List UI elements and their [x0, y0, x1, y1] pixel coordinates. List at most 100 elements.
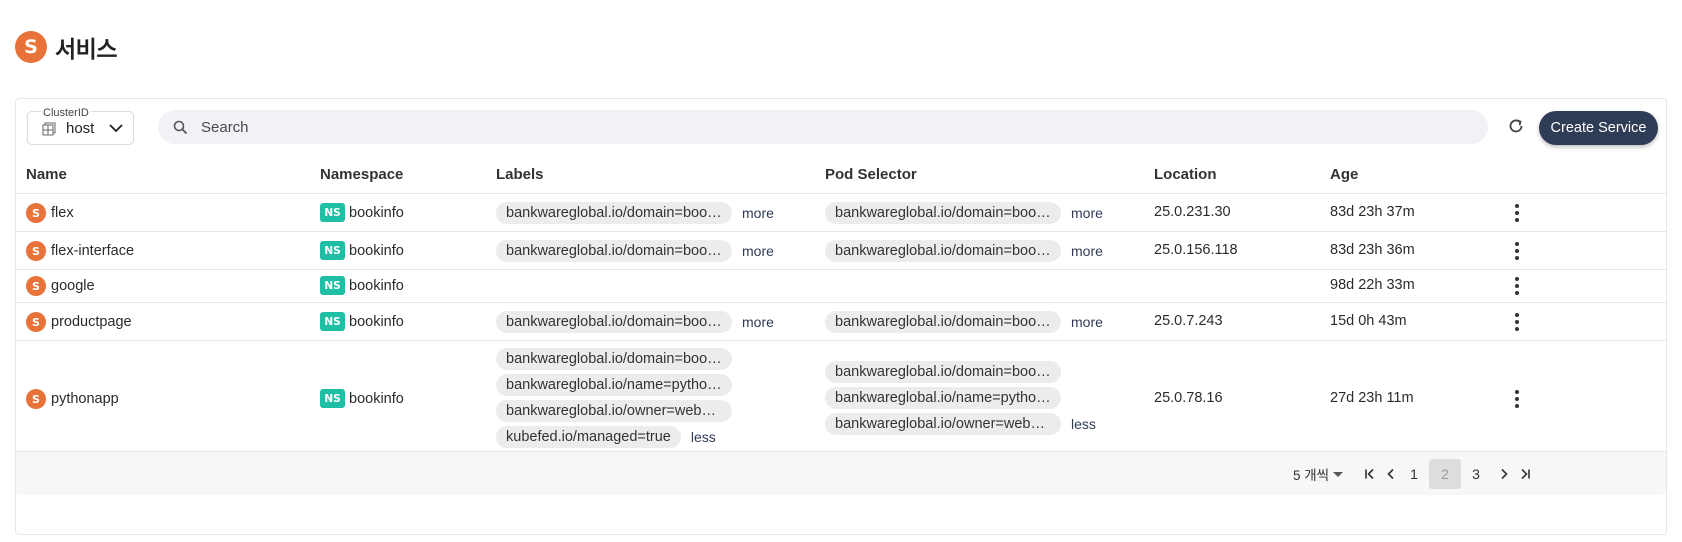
selector-chip: bankwareglobal.io/domain=bookinfo	[825, 202, 1061, 224]
more-vert-icon	[1515, 277, 1519, 281]
labels-more-link[interactable]: more	[742, 314, 774, 330]
label-chip: bankwareglobal.io/domain=bookinfo	[496, 311, 732, 333]
refresh-icon	[1509, 119, 1523, 133]
table-row[interactable]: S google NS bookinfo 98d 22h 33m	[16, 270, 1666, 303]
labels-less-link[interactable]: less	[691, 429, 716, 445]
services-panel: ClusterID host Search Create Service Nam…	[15, 98, 1667, 535]
row-menu-button[interactable]	[1509, 241, 1525, 261]
search-input[interactable]	[201, 110, 1471, 144]
age-cell: 15d 0h 43m	[1330, 313, 1407, 329]
more-vert-dot	[1515, 404, 1519, 408]
table-row[interactable]: S flex NS bookinfo bankwareglobal.io/dom…	[16, 194, 1666, 232]
table-row[interactable]: S productpage NS bookinfo bankwareglobal…	[16, 303, 1666, 341]
create-service-button[interactable]: Create Service	[1539, 111, 1658, 145]
next-page-button[interactable]	[1493, 463, 1515, 485]
more-vert-dot	[1515, 211, 1519, 215]
selector-chip: bankwareglobal.io/owner=webapp	[825, 413, 1061, 435]
more-vert-dot	[1515, 291, 1519, 295]
column-namespace[interactable]: Namespace	[320, 166, 403, 183]
column-location[interactable]: Location	[1154, 166, 1217, 183]
label-chip: kubefed.io/managed=true	[496, 426, 681, 448]
namespace-cell: NS bookinfo	[320, 312, 404, 331]
more-vert-icon	[1515, 313, 1519, 317]
labels-cell: bankwareglobal.io/domain=bookinfo more	[496, 311, 774, 333]
namespace-cell: NS bookinfo	[320, 241, 404, 260]
selector-cell: bankwareglobal.io/domain=bookinfo more	[825, 240, 1103, 262]
age-cell: 83d 23h 37m	[1330, 204, 1415, 220]
search-box	[158, 110, 1488, 144]
label-chip: bankwareglobal.io/name=pythonapp	[496, 374, 732, 396]
namespace-badge: NS	[320, 312, 345, 331]
service-name[interactable]: google	[51, 278, 95, 294]
selector-more-link[interactable]: more	[1071, 243, 1103, 259]
namespace-name: bookinfo	[349, 277, 404, 294]
column-age[interactable]: Age	[1330, 166, 1358, 183]
refresh-button[interactable]	[1503, 113, 1529, 139]
labels-more-link[interactable]: more	[742, 205, 774, 221]
namespace-name: bookinfo	[349, 313, 404, 330]
last-page-icon	[1521, 468, 1530, 480]
service-name[interactable]: flex	[51, 205, 74, 221]
more-vert-dot	[1515, 397, 1519, 401]
rows-per-page-value: 5 개씩	[1293, 468, 1330, 483]
row-menu-button[interactable]	[1509, 389, 1525, 409]
location-cell: 25.0.231.30	[1154, 204, 1231, 220]
namespace-cell: NS bookinfo	[320, 203, 404, 222]
service-icon: S	[15, 31, 47, 63]
namespace-cell: NS bookinfo	[320, 276, 404, 295]
cluster-value: host	[66, 120, 95, 137]
row-menu-button[interactable]	[1509, 312, 1525, 332]
selector-more-link[interactable]: more	[1071, 314, 1103, 330]
selector-less-link[interactable]: less	[1071, 416, 1096, 432]
first-page-icon	[1365, 468, 1374, 480]
selector-more-link[interactable]: more	[1071, 205, 1103, 221]
selector-cell: bankwareglobal.io/domain=bookinfo more	[825, 202, 1103, 224]
namespace-name: bookinfo	[349, 204, 404, 221]
location-cell: 25.0.156.118	[1154, 242, 1238, 258]
service-name-cell: S google	[26, 276, 95, 296]
column-name[interactable]: Name	[26, 166, 67, 183]
label-chip: bankwareglobal.io/domain=bookinfo	[496, 202, 732, 224]
column-labels[interactable]: Labels	[496, 166, 544, 183]
more-vert-dot	[1515, 249, 1519, 253]
location-cell: 25.0.78.16	[1154, 390, 1223, 406]
more-vert-icon	[1515, 242, 1519, 246]
more-vert-dot	[1515, 320, 1519, 324]
namespace-cell: NS bookinfo	[320, 389, 404, 408]
cluster-label: ClusterID	[41, 107, 91, 119]
table-row[interactable]: S pythonapp NS bookinfo bankwareglobal.i…	[16, 341, 1666, 457]
caret-down-icon	[1333, 471, 1344, 477]
service-name[interactable]: flex-interface	[51, 243, 134, 259]
label-chip: bankwareglobal.io/domain=bookinfo	[496, 348, 732, 370]
service-name[interactable]: pythonapp	[51, 391, 119, 407]
page-1-button[interactable]: 1	[1398, 459, 1430, 489]
namespace-badge: NS	[320, 276, 345, 295]
page-2-button[interactable]: 2	[1429, 459, 1461, 489]
row-menu-button[interactable]	[1509, 276, 1525, 296]
label-chip: bankwareglobal.io/domain=bookinfo	[496, 240, 732, 262]
column-pod-selector[interactable]: Pod Selector	[825, 166, 917, 183]
selector-cell: bankwareglobal.io/domain=bookinfo bankwa…	[825, 361, 1096, 435]
labels-more-link[interactable]: more	[742, 243, 774, 259]
more-vert-dot	[1515, 256, 1519, 260]
age-cell: 27d 23h 11m	[1330, 390, 1414, 406]
age-cell: 98d 22h 33m	[1330, 277, 1415, 293]
more-vert-icon	[1515, 390, 1519, 394]
first-page-button[interactable]	[1359, 463, 1381, 485]
last-page-button[interactable]	[1514, 463, 1536, 485]
more-vert-dot	[1515, 327, 1519, 331]
service-badge: S	[26, 241, 46, 261]
service-name[interactable]: productpage	[51, 314, 132, 330]
page-3-button[interactable]: 3	[1460, 459, 1492, 489]
service-badge: S	[26, 389, 46, 409]
service-badge: S	[26, 203, 46, 223]
service-name-cell: S flex	[26, 203, 74, 223]
rows-per-page-select[interactable]: 5 개씩	[1293, 464, 1344, 484]
chevron-down-icon	[109, 124, 123, 133]
location-cell: 25.0.7.243	[1154, 313, 1223, 329]
next-page-icon	[1501, 468, 1508, 480]
table-row[interactable]: S flex-interface NS bookinfo bankwareglo…	[16, 232, 1666, 270]
row-menu-button[interactable]	[1509, 203, 1525, 223]
cluster-select[interactable]: ClusterID host	[27, 107, 134, 145]
cluster-icon	[42, 122, 56, 135]
